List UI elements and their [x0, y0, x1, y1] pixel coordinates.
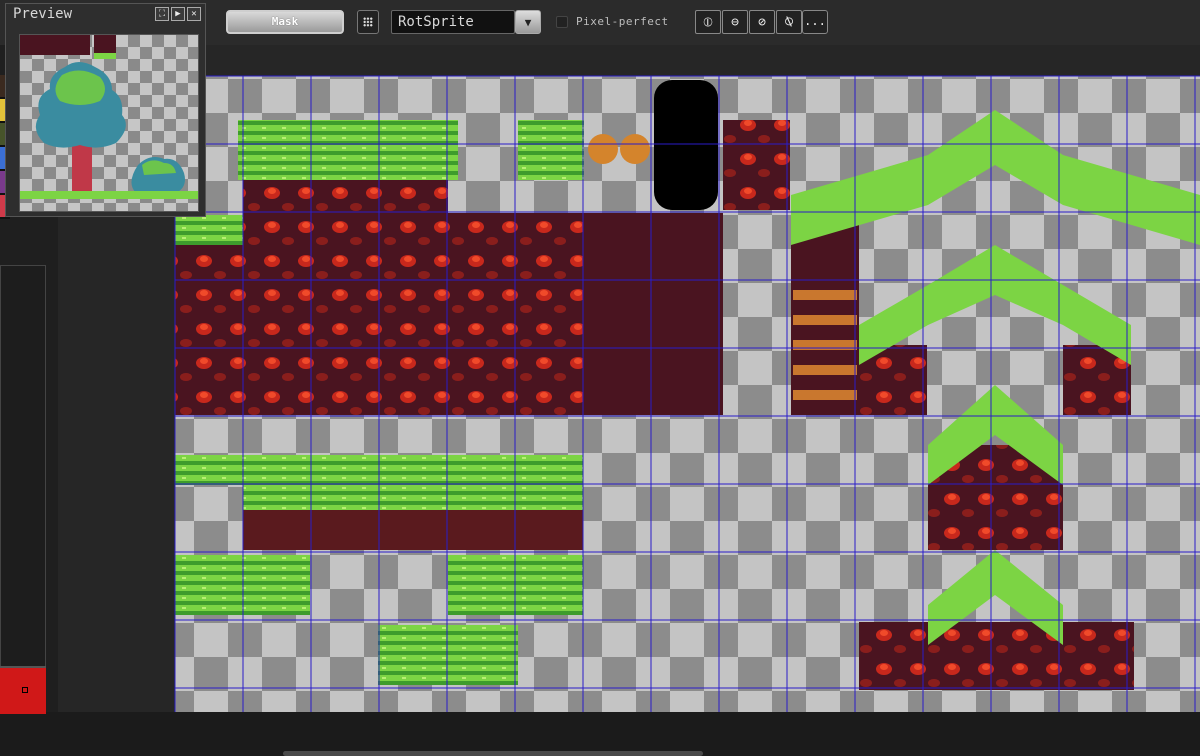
mask-label: Mask	[271, 15, 299, 28]
pixel-perfect-checkbox[interactable]	[556, 16, 568, 28]
grid-toggle-icon	[363, 17, 373, 27]
more-options-button[interactable]: ...	[802, 10, 828, 34]
sprite-canvas[interactable]	[58, 45, 1200, 756]
preview-window: Preview ⛶ ▶ ✕	[5, 3, 206, 217]
pixel-perfect-label: Pixel-perfect	[576, 15, 669, 28]
rotation-algorithm-select[interactable]: RotSprite	[391, 10, 515, 34]
tileset-sheet	[174, 75, 1200, 712]
grid-toggle-button[interactable]	[357, 10, 379, 34]
symmetry-group: ⦶ ⊖ ⊘ ⍉	[695, 10, 803, 34]
preview-viewport[interactable]	[19, 34, 199, 212]
symmetry-vertical-icon[interactable]: ⦶	[695, 10, 721, 34]
preview-title: Preview	[13, 6, 73, 22]
mask-button[interactable]: Mask	[226, 10, 344, 34]
preview-controls: ⛶ ▶ ✕	[153, 7, 201, 21]
horizontal-scrollbar[interactable]	[283, 751, 703, 756]
symmetry-diagonal-icon[interactable]: ⊘	[749, 10, 775, 34]
preview-sprite	[20, 35, 198, 199]
symmetry-antidiagonal-icon[interactable]: ⍉	[776, 10, 802, 34]
expand-icon[interactable]: ⛶	[155, 7, 169, 21]
symmetry-horizontal-icon[interactable]: ⊖	[722, 10, 748, 34]
dropdown-arrow-icon[interactable]: ▼	[515, 10, 541, 34]
close-icon[interactable]: ✕	[187, 7, 201, 21]
play-icon[interactable]: ▶	[171, 7, 185, 21]
palette-panel	[0, 265, 46, 697]
foreground-color-swatch[interactable]	[0, 666, 46, 714]
